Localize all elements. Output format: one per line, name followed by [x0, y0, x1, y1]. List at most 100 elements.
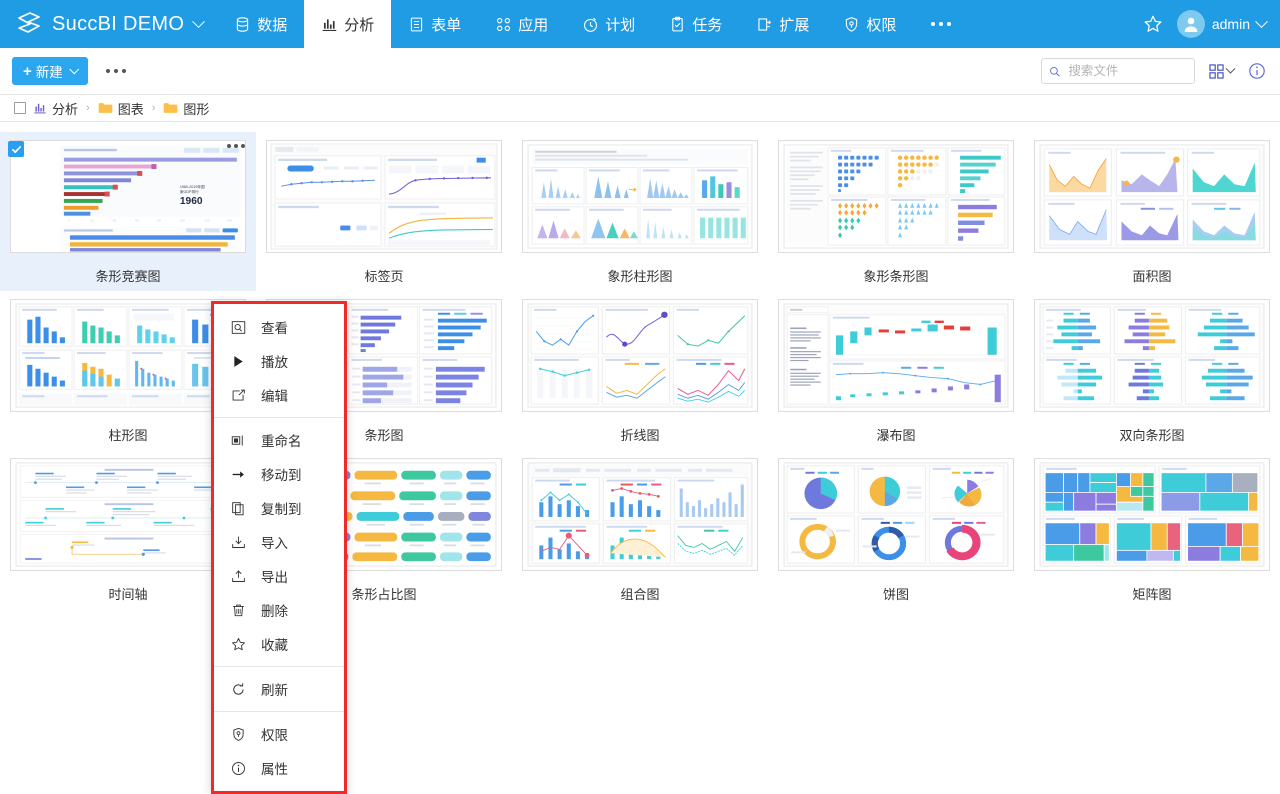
file-card[interactable]: 面积图: [1024, 132, 1280, 291]
menu-item-export[interactable]: 导出: [214, 559, 344, 593]
file-thumbnail: [266, 140, 502, 253]
file-card[interactable]: 矩阵图: [1024, 450, 1280, 609]
breadcrumb-item-charts[interactable]: 图表: [98, 99, 144, 118]
menu-item-label: 播放: [261, 355, 288, 370]
top-right-area: admin: [1143, 0, 1280, 48]
breadcrumb-item-graphics[interactable]: 图形: [163, 99, 209, 118]
menu-item-label: 删除: [261, 604, 288, 619]
menu-item-permission[interactable]: 权限: [214, 717, 344, 751]
menu-item-move-to[interactable]: 移动到: [214, 457, 344, 491]
file-card[interactable]: 折线图: [512, 291, 768, 450]
file-label: 象形条形图: [863, 269, 929, 284]
file-card[interactable]: 组合图: [512, 450, 768, 609]
task-icon: [672, 16, 684, 31]
menu-item-edit[interactable]: 编辑: [214, 378, 344, 412]
favorites-star-icon[interactable]: [1143, 14, 1163, 34]
file-label: 组合图: [620, 587, 660, 602]
dot: [226, 144, 231, 148]
analytics-icon: [34, 103, 46, 114]
user-name: admin: [1211, 16, 1250, 32]
nav-item-task[interactable]: 任务: [652, 0, 739, 48]
import-icon: [230, 534, 247, 551]
chevron-down-icon[interactable]: [192, 14, 206, 28]
nav-label: 权限: [866, 16, 897, 34]
nav-item-plan[interactable]: 计划: [565, 0, 652, 48]
file-card[interactable]: 瀑布图: [768, 291, 1024, 450]
file-card[interactable]: 双向条形图: [1024, 291, 1280, 450]
menu-item-label: 查看: [261, 321, 288, 336]
file-card[interactable]: 标签页: [256, 132, 512, 291]
succbi-logo-icon: [18, 12, 40, 33]
nav-item-extension[interactable]: 扩展: [739, 0, 826, 48]
edit-icon: [230, 387, 247, 404]
svg-text:1960-2019年国: 1960-2019年国: [180, 184, 205, 189]
file-card[interactable]: 饼图: [768, 450, 1024, 609]
brand-logo-area[interactable]: SuccBI DEMO: [0, 0, 217, 48]
file-thumbnail: [522, 140, 758, 253]
nav-more-button[interactable]: [913, 0, 969, 48]
copy-icon: [230, 500, 247, 517]
menu-item-delete[interactable]: 删除: [214, 593, 344, 627]
dot: [939, 22, 944, 26]
menu-separator: [214, 666, 344, 667]
menu-item-play[interactable]: 播放: [214, 344, 344, 378]
file-card[interactable]: 0 20 40 60 80 100 120 140 1960-2019年国 家GDP排行 …: [0, 132, 256, 291]
nav-label: 计划: [605, 16, 636, 34]
chevron-down-icon[interactable]: [1255, 14, 1268, 28]
menu-item-view[interactable]: 查看: [214, 310, 344, 344]
nav-item-form[interactable]: 表单: [391, 0, 478, 48]
top-navigation-bar: SuccBI DEMO 数据 分析 表单 应用 计划 任务 扩展 权限 admi…: [0, 0, 1280, 48]
menu-item-favorite[interactable]: 收藏: [214, 627, 344, 661]
menu-item-label: 导入: [261, 536, 288, 551]
folder-icon: [164, 103, 178, 113]
svg-text:120: 120: [204, 219, 209, 223]
nav-label: 表单: [431, 16, 462, 34]
analytics-icon: [322, 18, 337, 31]
info-icon[interactable]: [1248, 62, 1266, 80]
new-button[interactable]: + 新建: [12, 57, 88, 85]
user-icon: [1184, 17, 1198, 32]
menu-item-label: 重命名: [261, 434, 302, 449]
search-icon: [1050, 66, 1060, 76]
breadcrumb-item-analysis[interactable]: 分析: [33, 99, 78, 118]
file-thumbnail: [1034, 458, 1270, 571]
file-card[interactable]: 象形条形图: [768, 132, 1024, 291]
nav-item-data[interactable]: 数据: [217, 0, 304, 48]
shield-icon: [846, 16, 858, 32]
menu-item-import[interactable]: 导入: [214, 525, 344, 559]
menu-item-copy-to[interactable]: 复制到: [214, 491, 344, 525]
file-browser: 0 20 40 60 80 100 120 140 1960-2019年国 家GDP排行 …: [0, 122, 1280, 794]
check-icon: [11, 145, 21, 153]
toolbar-more-button[interactable]: [104, 69, 128, 73]
file-label: 象形柱形图: [607, 269, 673, 284]
file-thumbnail: [522, 299, 758, 412]
search-input[interactable]: [1066, 63, 1187, 79]
breadcrumb: 分析 › 图表 › 图形: [0, 94, 1280, 122]
svg-text:家GDP排行: 家GDP排行: [180, 189, 199, 194]
menu-item-rename[interactable]: 重命名: [214, 423, 344, 457]
view-mode-toggle[interactable]: [1209, 63, 1236, 79]
nav-item-permission[interactable]: 权限: [826, 0, 913, 48]
file-label: 双向条形图: [1119, 428, 1185, 443]
refresh-icon: [230, 681, 247, 698]
file-checkbox[interactable]: [8, 141, 24, 157]
file-card[interactable]: 象形柱形图: [512, 132, 768, 291]
file-label: 时间轴: [108, 587, 148, 602]
main-nav: 数据 分析 表单 应用 计划 任务 扩展 权限: [217, 0, 969, 48]
breadcrumb-label: 图形: [183, 101, 210, 117]
nav-item-analysis[interactable]: 分析: [304, 0, 392, 48]
file-thumbnail: 0 20 40 60 80 100 120 140 1960-2019年国 家GDP排行 …: [10, 140, 246, 253]
file-thumbnail: [1034, 299, 1270, 412]
info-icon: [230, 760, 247, 777]
new-button-label: 新建: [35, 65, 63, 80]
menu-item-properties[interactable]: 属性: [214, 751, 344, 785]
select-all-checkbox[interactable]: [14, 102, 26, 114]
avatar: [1176, 10, 1205, 38]
toolbar-right: [1041, 58, 1266, 84]
search-box[interactable]: [1041, 58, 1195, 84]
menu-item-refresh[interactable]: 刷新: [214, 672, 344, 706]
file-more-button[interactable]: [225, 144, 246, 148]
nav-item-apps[interactable]: 应用: [478, 0, 565, 48]
dot: [947, 22, 952, 26]
user-menu[interactable]: admin: [1176, 10, 1268, 38]
